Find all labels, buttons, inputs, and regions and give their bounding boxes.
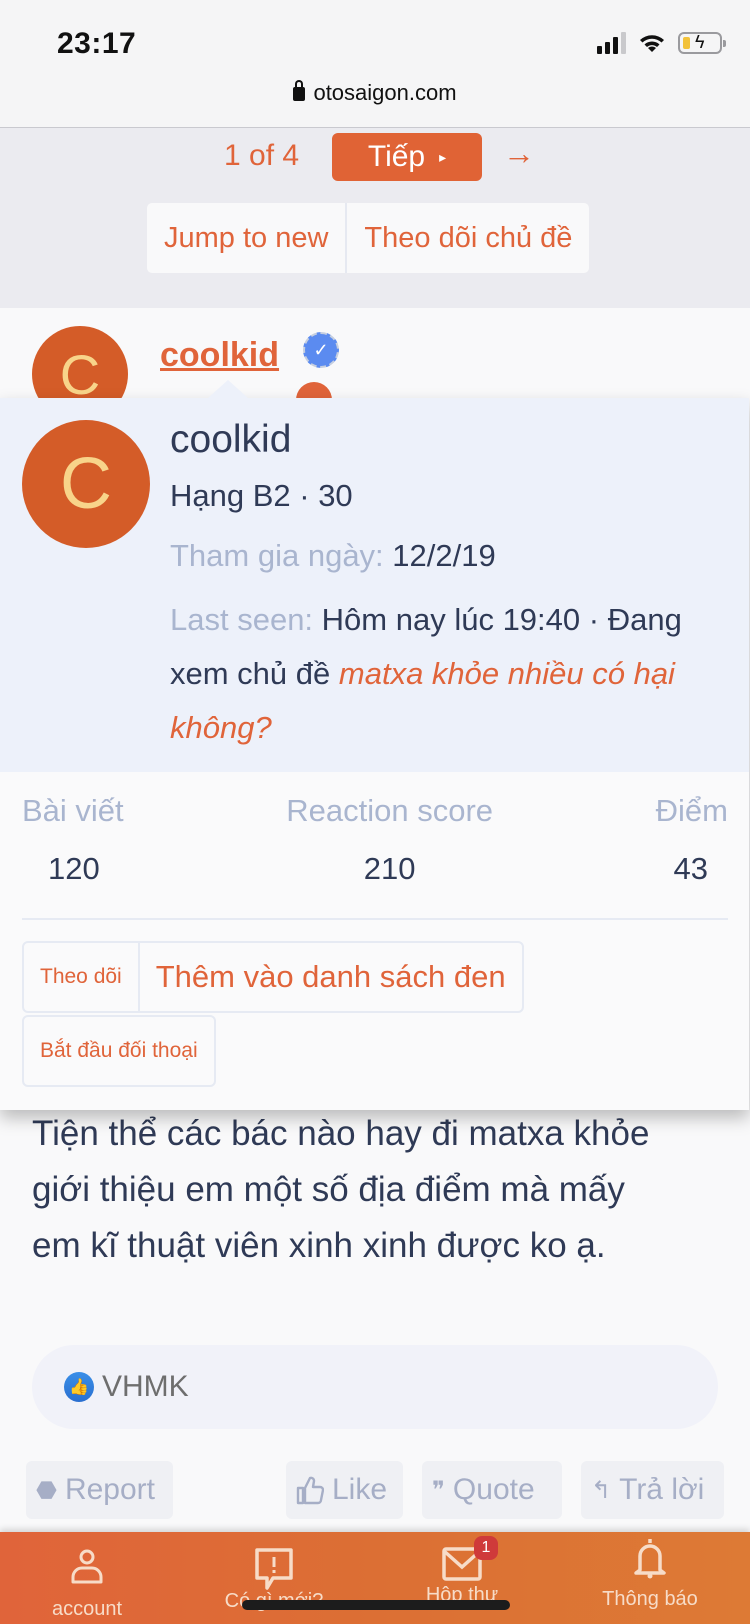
post-body-line: giới thiệu em một số địa điểm mà mấy: [32, 1170, 625, 1209]
report-icon: ⬣: [36, 1476, 57, 1504]
like-reaction-icon: 👍: [64, 1372, 94, 1402]
divider: [22, 918, 728, 920]
stat-posts[interactable]: Bài viết 120: [22, 793, 124, 887]
member-stats: Bài viết 120 Reaction score 210 Điểm 43: [22, 793, 728, 887]
nav-label: Thông báo: [602, 1588, 698, 1610]
thumbs-up-icon: [296, 1476, 324, 1505]
wifi-icon: [640, 35, 664, 52]
inbox-unread-badge: 1: [474, 1536, 498, 1560]
next-page-label: Tiếp: [367, 140, 426, 173]
quote-button[interactable]: ❞ Quote: [422, 1461, 562, 1519]
nav-inbox[interactable]: 1 Hộp thư: [372, 1532, 552, 1624]
bell-icon: [634, 1539, 666, 1579]
verified-badge-icon: ✓: [303, 332, 339, 368]
member-last-seen: Last seen: Hôm nay lúc 19:40 · Đang xem …: [170, 593, 715, 755]
nav-label: account: [51, 1598, 123, 1620]
stat-points[interactable]: Điểm 43: [656, 793, 728, 887]
like-label: Like: [332, 1473, 388, 1506]
next-page-button[interactable]: Tiếp ▸: [332, 133, 482, 181]
bottom-navigation: account Có gì mới? 1 Hộp thư Thông báo: [0, 1532, 750, 1624]
reply-button[interactable]: ↰ Trả lời: [581, 1461, 724, 1519]
report-label: Report: [64, 1473, 155, 1506]
stat-value: 210: [363, 851, 416, 886]
signal-icon: [597, 32, 626, 54]
nav-notifications[interactable]: Thông báo: [560, 1532, 740, 1624]
caret-right-icon: ▸: [439, 148, 447, 165]
last-page-arrow-icon[interactable]: →: [503, 135, 535, 172]
battery-charging-icon: ϟ: [678, 32, 726, 54]
joined-value: 12/2/19: [392, 538, 496, 573]
stat-label: Điểm: [655, 793, 728, 828]
home-indicator[interactable]: [242, 1600, 510, 1610]
stat-label: Bài viết: [22, 793, 124, 828]
thread-actions: Jump to new Theo dõi chủ đề: [147, 203, 590, 273]
last-seen-label: Last seen:: [170, 602, 314, 637]
user-icon: [71, 1549, 103, 1584]
nav-whats-new[interactable]: Có gì mới?: [184, 1532, 364, 1624]
reply-label: Trả lời: [619, 1473, 705, 1506]
member-avatar[interactable]: C: [22, 420, 150, 548]
status-and-address-bar: 23:17 ϟ otosaigon.com: [0, 0, 750, 128]
member-action-buttons: Theo dõi Thêm vào danh sách đen: [22, 941, 524, 1013]
post-body-line: Tiện thể các bác nào hay đi matxa khỏe: [32, 1114, 650, 1153]
status-icons: ϟ: [597, 32, 726, 54]
member-rank: Hạng B2 · 30: [170, 478, 353, 513]
ignore-button[interactable]: Thêm vào danh sách đen: [137, 943, 522, 1011]
reply-icon: ↰: [591, 1476, 612, 1504]
page-indicator[interactable]: 1 of 4: [224, 139, 299, 173]
follow-button[interactable]: Theo dõi: [24, 943, 138, 1011]
stat-value: 120: [48, 851, 100, 886]
post-username-link[interactable]: coolkid: [160, 336, 279, 375]
alert-bubble-icon: [255, 1548, 293, 1590]
nav-account[interactable]: account: [0, 1532, 177, 1624]
address-bar[interactable]: otosaigon.com: [0, 80, 750, 106]
stat-label: Reaction score: [286, 793, 494, 828]
lock-icon: [293, 80, 306, 101]
watch-thread-button[interactable]: Theo dõi chủ đề: [345, 203, 589, 273]
member-joined: Tham gia ngày: 12/2/19: [170, 538, 496, 574]
reaction-users[interactable]: VHMK: [102, 1370, 189, 1404]
jump-to-new-button[interactable]: Jump to new: [147, 203, 345, 273]
pagination: 1 of 4 Tiếp ▸ →: [0, 133, 750, 181]
quote-label: Quote: [452, 1473, 535, 1506]
joined-label: Tham gia ngày:: [170, 538, 384, 573]
member-card-header: C coolkid Hạng B2 · 30 Tham gia ngày: 12…: [0, 398, 749, 772]
member-name[interactable]: coolkid: [170, 418, 291, 462]
post-actions: ⬣ Report Like ❞ Quote ↰ Trả lời: [0, 1461, 750, 1519]
quote-icon: ❞: [432, 1476, 445, 1504]
url-text: otosaigon.com: [313, 80, 457, 105]
report-button[interactable]: ⬣ Report: [26, 1461, 173, 1519]
stat-reaction-score: Reaction score 210: [286, 793, 493, 887]
start-conversation-button[interactable]: Bắt đầu đối thoại: [22, 1015, 216, 1087]
post-body-line: em kĩ thuật viên xinh xinh được ko ạ.: [32, 1226, 606, 1265]
status-time: 23:17: [57, 27, 137, 60]
member-tooltip-card: C coolkid Hạng B2 · 30 Tham gia ngày: 12…: [0, 380, 749, 1110]
stat-value: 43: [673, 851, 708, 886]
reactions-bar[interactable]: 👍 VHMK: [32, 1345, 718, 1429]
popup-pointer: [208, 380, 248, 398]
like-button[interactable]: Like: [286, 1461, 403, 1519]
